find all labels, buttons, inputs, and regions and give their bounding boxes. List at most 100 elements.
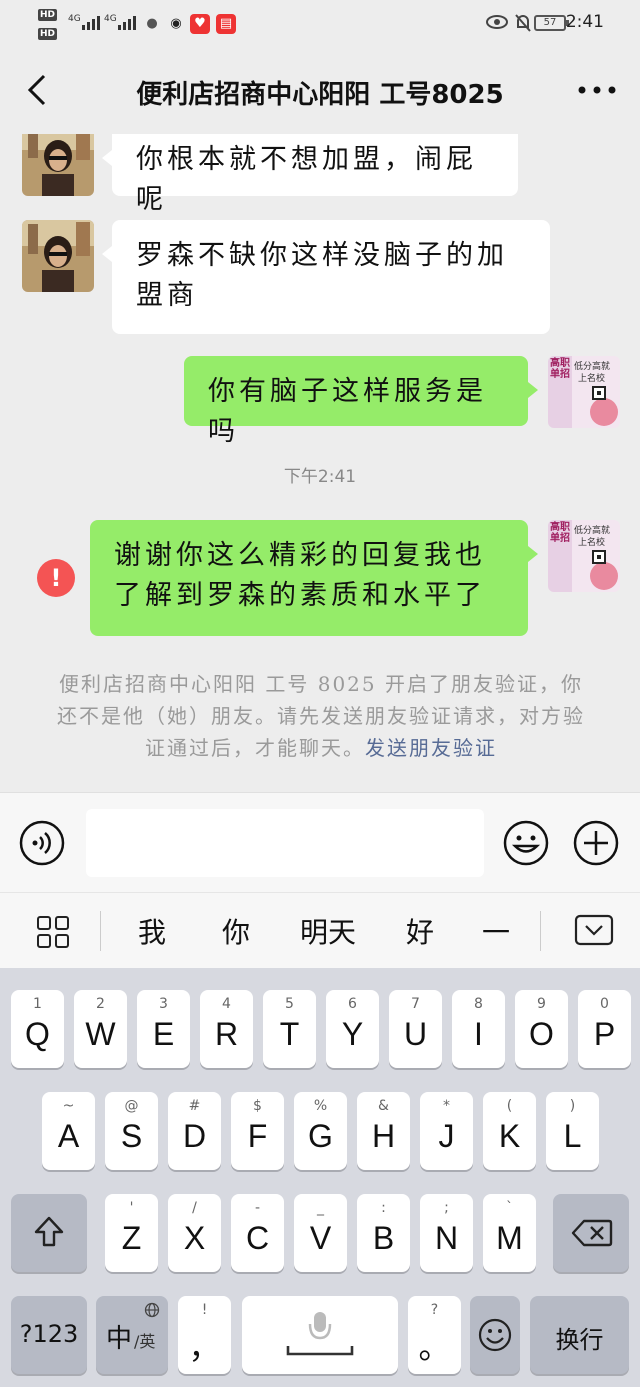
key-m[interactable]: ` M: [483, 1194, 536, 1272]
message-bubble-incoming[interactable]: 罗森不缺你这样没脑子的加盟商: [102, 220, 550, 334]
mute-bell-icon: [515, 14, 531, 32]
contact-avatar[interactable]: [22, 134, 94, 196]
numbers-key[interactable]: ?123: [11, 1296, 87, 1374]
key-y[interactable]: 6Y: [326, 990, 379, 1068]
grid-icon[interactable]: [36, 915, 70, 949]
eye-icon: [486, 15, 508, 29]
divider: [540, 911, 541, 951]
key-hint: -: [254, 1200, 261, 1216]
wechat-icon: ●: [146, 16, 158, 31]
status-bar: HD HD 4G 4G ● ◉ ♥ ▤ 57 2:41: [0, 0, 640, 48]
key-p[interactable]: 0P: [578, 990, 631, 1068]
key-l[interactable]: ) L: [546, 1092, 599, 1170]
key-hint: ?: [430, 1302, 439, 1318]
key-z[interactable]: ' Z: [105, 1194, 158, 1272]
key-hint: 9: [537, 996, 546, 1012]
plus-icon[interactable]: [572, 819, 620, 867]
period-key[interactable]: ? 。: [408, 1296, 461, 1374]
key-hint: !: [201, 1302, 208, 1318]
key-hint: 3: [159, 996, 168, 1012]
key-o[interactable]: 9O: [515, 990, 568, 1068]
send-friend-request-link[interactable]: 发送朋友验证: [365, 736, 497, 760]
key-label: /英: [134, 1332, 156, 1351]
message-bubble-outgoing[interactable]: 谢谢你这么精彩的回复我也了解到罗森的素质和水平了: [90, 520, 538, 636]
message-bubble-incoming[interactable]: 你根本就不想加盟，闹屁呢: [102, 134, 518, 215]
key-hint: 0: [600, 996, 609, 1012]
key-label: P: [593, 1016, 616, 1052]
avatar-text: 高职单招: [550, 358, 570, 380]
language-key[interactable]: 中 /英: [96, 1296, 168, 1374]
key-w[interactable]: 2W: [74, 990, 127, 1068]
key-d[interactable]: # D: [168, 1092, 221, 1170]
key-label: T: [279, 1016, 300, 1052]
voice-icon[interactable]: [18, 819, 66, 867]
key-r[interactable]: 4R: [200, 990, 253, 1068]
more-dots-icon[interactable]: [572, 70, 622, 110]
key-label: 。: [418, 1329, 451, 1365]
emoji-key[interactable]: [470, 1296, 520, 1374]
key-hint: ;: [444, 1200, 449, 1216]
key-label: G: [308, 1118, 333, 1154]
key-hint: %: [313, 1098, 328, 1114]
comma-key[interactable]: ! ，: [178, 1296, 231, 1374]
emoji-icon: [478, 1318, 512, 1352]
message-timestamp: 下午2:41: [283, 467, 357, 487]
key-g[interactable]: % G: [294, 1092, 347, 1170]
chat-title: 便利店招商中心阳阳 工号8025: [136, 80, 504, 110]
key-h[interactable]: & H: [357, 1092, 410, 1170]
message-text: 你有脑子这样服务是吗: [208, 376, 487, 447]
key-label: E: [152, 1016, 175, 1052]
enter-key[interactable]: 换行: [530, 1296, 629, 1374]
my-avatar[interactable]: 高职单招 低分高就 上名校: [548, 520, 620, 592]
key-label: X: [183, 1220, 206, 1256]
key-hint: ~: [62, 1098, 75, 1114]
key-label: ?123: [19, 1320, 79, 1348]
key-v[interactable]: _ V: [294, 1194, 347, 1272]
key-hint: ): [569, 1098, 576, 1114]
candidate-word[interactable]: 明天: [294, 911, 362, 951]
key-i[interactable]: 8I: [452, 990, 505, 1068]
chevron-left-icon[interactable]: [20, 70, 60, 110]
emoji-icon[interactable]: [502, 819, 550, 867]
key-label: B: [372, 1220, 395, 1256]
key-label: ，: [188, 1329, 221, 1365]
key-hint: :: [381, 1200, 386, 1216]
key-label: M: [496, 1220, 523, 1256]
key-x[interactable]: / X: [168, 1194, 221, 1272]
clock: 2:41: [565, 12, 604, 32]
candidate-word[interactable]: 你: [218, 911, 254, 951]
app-icon: ♥: [190, 14, 210, 34]
key-label: Z: [121, 1220, 142, 1256]
key-u[interactable]: 7U: [389, 990, 442, 1068]
message-input[interactable]: [86, 809, 484, 877]
key-f[interactable]: $ F: [231, 1092, 284, 1170]
shift-icon: [34, 1216, 64, 1247]
key-s[interactable]: @ S: [105, 1092, 158, 1170]
message-list[interactable]: 你根本就不想加盟，闹屁呢 罗森不缺你这样没脑子的加盟商 你有脑子这样服务是吗 高…: [0, 134, 640, 792]
key-n[interactable]: ; N: [420, 1194, 473, 1272]
message-text: 谢谢你这么精彩的回复我也了解到罗森的素质和水平了: [114, 540, 486, 611]
key-c[interactable]: -C: [231, 1194, 284, 1272]
shift-key[interactable]: [11, 1194, 87, 1272]
space-key[interactable]: [242, 1296, 398, 1374]
key-j[interactable]: * J: [420, 1092, 473, 1170]
candidate-word[interactable]: 一: [478, 911, 514, 951]
candidate-word[interactable]: 我: [134, 911, 170, 951]
key-a[interactable]: ~ A: [42, 1092, 95, 1170]
key-t[interactable]: 5T: [263, 990, 316, 1068]
contact-avatar[interactable]: [22, 220, 94, 292]
send-failed-icon[interactable]: !: [37, 559, 75, 597]
microphone-icon: [286, 1312, 354, 1356]
candidate-word[interactable]: 好: [402, 911, 438, 951]
key-b[interactable]: :B: [357, 1194, 410, 1272]
key-q[interactable]: 1Q: [11, 990, 64, 1068]
key-label: 中: [106, 1324, 133, 1354]
message-bubble-outgoing[interactable]: 你有脑子这样服务是吗: [184, 356, 538, 447]
key-k[interactable]: (K: [483, 1092, 536, 1170]
my-avatar[interactable]: 高职单招 低分高就 上名校: [548, 356, 620, 428]
key-hint: 5: [285, 996, 294, 1012]
backspace-key[interactable]: [553, 1194, 629, 1272]
keyboard-collapse-icon[interactable]: [574, 913, 614, 949]
key-e[interactable]: 3E: [137, 990, 190, 1068]
key-hint: 2: [96, 996, 105, 1012]
